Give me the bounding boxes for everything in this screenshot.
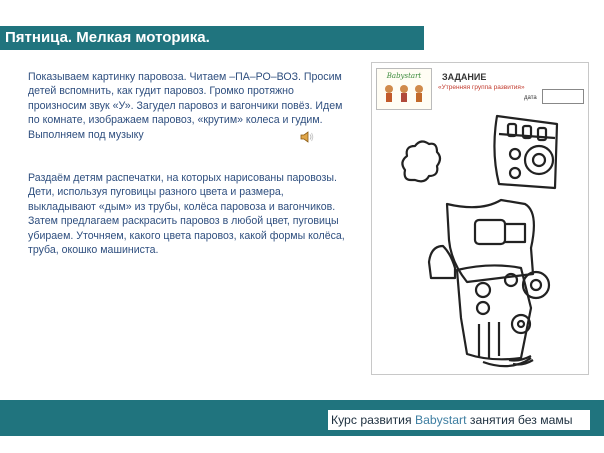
speaker-icon[interactable]	[300, 130, 314, 144]
instruction-paragraph-2: Раздаём детям распечатки, на которых нар…	[28, 172, 345, 257]
smoke-cloud-icon	[401, 140, 442, 183]
course-prefix: Курс развития	[331, 413, 415, 427]
train-drawing	[401, 114, 559, 368]
course-brand: Babystart	[414, 413, 467, 427]
front-wheel	[521, 270, 551, 300]
course-suffix: занятия без мамы	[466, 413, 573, 427]
tender-wheel-big	[523, 144, 555, 176]
page-title: Пятница. Мелкая моторика.	[0, 26, 424, 50]
course-label: Курс развития Babystart занятия без мамы	[328, 410, 590, 430]
